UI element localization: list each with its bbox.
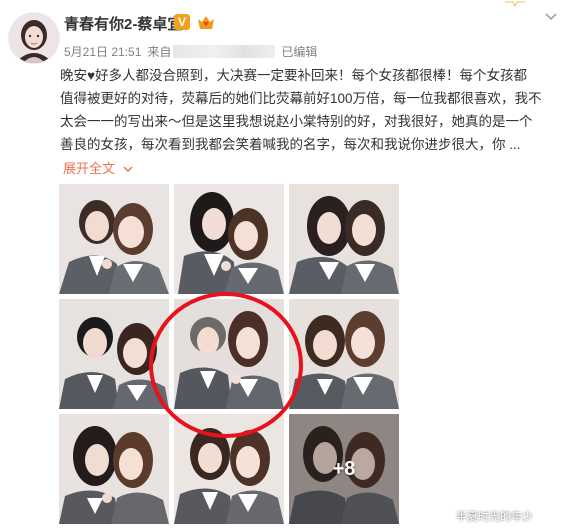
expand-full-text-link[interactable]: 展开全文 [63,158,133,177]
photo-9[interactable]: +8 [289,414,399,524]
chevron-down-icon [123,166,133,173]
source-blurred [173,45,276,58]
photo-6[interactable] [289,299,399,409]
post-text-line: 晚安♥好多人都没合照到，大决赛一定要补回来！每个女孩都很棒！每个女孩都 [60,68,528,83]
post-text-line: 值得被更好的对待，荧幕后的她们比荧幕前好100万倍，每一位我都很喜欢，我不 [60,91,542,106]
arrow-decoration-icon [505,1,525,8]
photo-1[interactable] [59,184,169,294]
source-prefix: 来自 [147,45,172,59]
author-name[interactable]: 青春有你2-蔡卓宜 [64,13,182,34]
photo-2[interactable] [174,184,284,294]
vip-badge[interactable]: V [174,14,190,30]
photo-3[interactable] [289,184,399,294]
crown-heart-icon[interactable] [196,13,216,31]
chevron-down-icon[interactable] [544,12,558,22]
post-text: 晚安♥好多人都没合照到，大决赛一定要补回来！每个女孩都很棒！每个女孩都 值得被更… [60,64,558,156]
post-date[interactable]: 5月21日 21:51 [64,43,141,60]
expand-label: 展开全文 [63,161,116,176]
avatar[interactable] [8,12,60,64]
post-text-line: 善良的女孩，每次看到我都会笑着喊我的名字，每次和我说你进步很大，你 ... [60,137,521,152]
watermark: 半夏时光的年少 [456,511,533,523]
more-photos-count[interactable]: +8 [289,414,399,524]
edited-label[interactable]: 已编辑 [281,43,317,60]
highlight-circle [149,292,303,438]
post-meta: 5月21日 21:51 来自 已编辑 [64,43,317,60]
post-text-line: 太会一一的写出来～但是这里我想说赵小棠特别的好，对我很好，她真的是一个 [60,114,533,129]
weibo-post: 青春有你2-蔡卓宜 V 5月21日 21:51 来自 已编辑 晚安♥好多人都没合… [0,0,564,529]
